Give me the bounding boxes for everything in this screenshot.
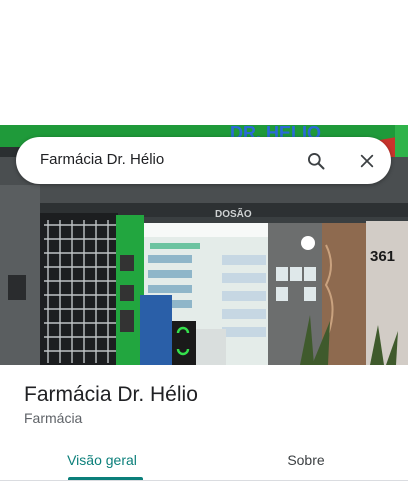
search-bar[interactable]: Farmácia Dr. Hélio (16, 137, 391, 184)
tab-divider (0, 480, 408, 481)
search-icon (308, 153, 325, 170)
tab-overview[interactable]: Visão geral (0, 440, 204, 480)
search-input[interactable]: Farmácia Dr. Hélio (40, 151, 164, 168)
banner-text: DOSÃO (215, 207, 252, 220)
close-button[interactable] (353, 147, 381, 175)
place-title: Farmácia Dr. Hélio (24, 383, 198, 406)
address-number: 361 (370, 248, 395, 265)
close-icon (360, 154, 374, 168)
tab-about[interactable]: Sobre (204, 440, 408, 480)
place-category: Farmácia (24, 410, 83, 426)
search-button[interactable] (302, 147, 330, 175)
